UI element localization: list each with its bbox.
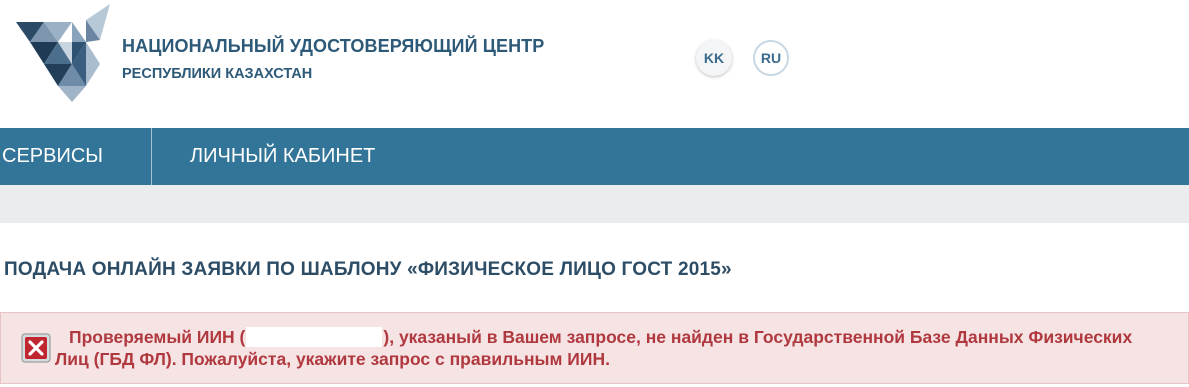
site-header: НАЦИОНАЛЬНЫЙ УДОСТОВЕРЯЮЩИЙ ЦЕНТР РЕСПУБ… <box>0 0 1189 128</box>
org-title: НАЦИОНАЛЬНЫЙ УДОСТОВЕРЯЮЩИЙ ЦЕНТР <box>122 36 545 56</box>
language-kk-button[interactable]: KK <box>696 40 732 76</box>
nav-item-personal-cabinet[interactable]: ЛИЧНЫЙ КАБИНЕТ <box>190 128 375 185</box>
sub-nav-bar <box>0 185 1189 223</box>
nav-item-services[interactable]: СЕРВИСЫ <box>2 128 103 185</box>
error-text-before: Проверяемый ИИН ( <box>69 327 246 347</box>
nav-divider <box>151 128 152 185</box>
redacted-iin <box>246 327 383 347</box>
error-alert: Проверяемый ИИН (), указаный в Вашем зап… <box>0 312 1189 384</box>
error-message: Проверяемый ИИН (), указаный в Вашем зап… <box>55 326 1165 370</box>
main-nav: СЕРВИСЫ ЛИЧНЫЙ КАБИНЕТ <box>0 128 1189 185</box>
error-close-icon <box>21 333 51 363</box>
org-subtitle: РЕСПУБЛИКИ КАЗАХСТАН <box>122 66 313 82</box>
nuc-logo-icon[interactable] <box>14 2 114 104</box>
page-title: ПОДАЧА ОНЛАЙН ЗАЯВКИ ПО ШАБЛОНУ «ФИЗИЧЕС… <box>4 259 732 280</box>
language-ru-button[interactable]: RU <box>753 40 789 76</box>
